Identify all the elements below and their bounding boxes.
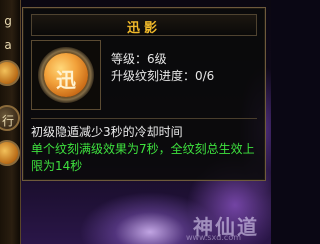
side-menu-label: a	[4, 38, 12, 52]
engrave-effect-text: 单个纹刻满级效果为7秒，全纹刻总生效上限为14秒	[31, 142, 255, 173]
skill-level: 等级：6级	[111, 52, 167, 66]
skill-orb-icon: 迅	[44, 53, 88, 97]
skill-description: 初级隐遁减少3秒的冷却时间 单个纹刻满级效果为7秒，全纹刻总生效上限为14秒	[31, 124, 257, 175]
side-menu-label: g	[4, 14, 12, 28]
side-menu-label: 行	[1, 114, 14, 128]
watermark-url: www.sxd.com	[185, 233, 241, 242]
skill-effect-description: 初级隐遁减少3秒的冷却时间	[31, 125, 183, 139]
engrave-progress: 升级纹刻进度：0/6	[111, 69, 215, 83]
tooltip-divider	[31, 118, 257, 119]
skill-tooltip: 迅影 迅 等级：6级 升级纹刻进度：0/6 初级隐遁减少3秒的冷却时间 单个纹刻…	[22, 7, 266, 181]
skill-title: 迅影	[126, 21, 161, 36]
tooltip-title-bar: 迅影	[31, 14, 257, 36]
skill-icon-frame: 迅	[31, 40, 101, 110]
side-menu-orb-icon[interactable]	[0, 60, 20, 86]
side-menu-panel: g a 行	[0, 0, 21, 244]
skill-orb-glyph: 迅	[56, 68, 76, 92]
side-menu-orb-icon[interactable]	[0, 140, 20, 166]
